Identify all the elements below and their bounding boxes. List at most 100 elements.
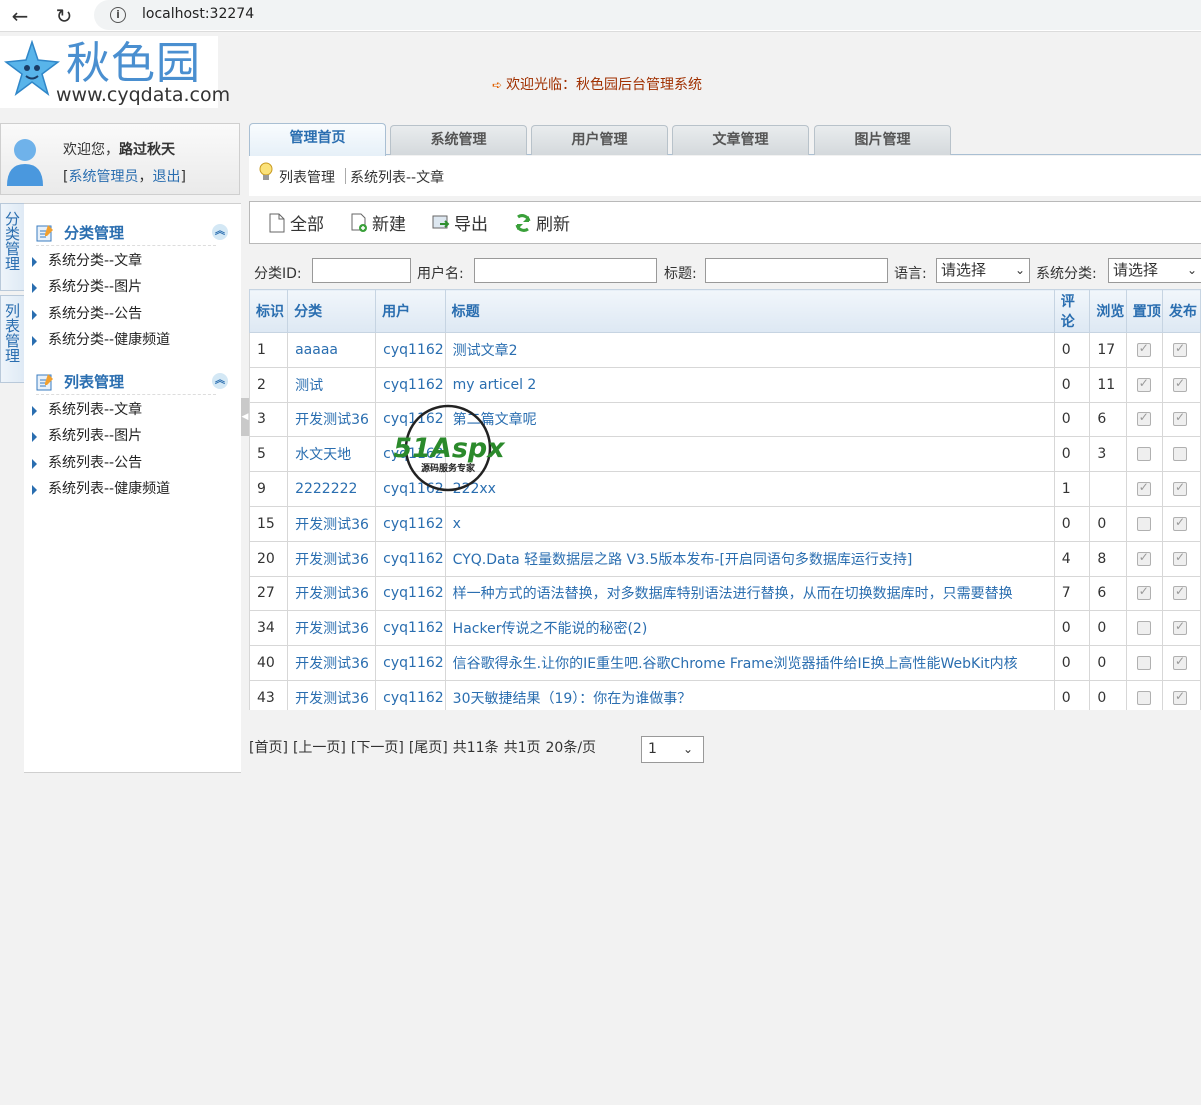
cell-title[interactable]: my articel 2 — [444, 366, 1055, 403]
col-user[interactable]: 用户 — [375, 289, 446, 333]
table-row[interactable]: 27 开发测试36 cyq1162 样一种方式的语法替换，对多数据库特别语法进行替换，… — [249, 575, 1201, 612]
cell-user[interactable]: cyq1162 — [375, 332, 446, 368]
table-row[interactable]: 40 开发测试36 cyq1162 信谷歌得永生.让你的IE重生吧.谷歌Chrome … — [249, 645, 1201, 681]
vtab-category-management[interactable]: 分 类 管 理 — [0, 203, 24, 291]
cell-category[interactable]: 开发测试36 — [287, 679, 377, 710]
cell-title[interactable]: 样一种方式的语法替换，对多数据库特别语法进行替换，从而在切换数据库时，只需要替换 — [444, 575, 1055, 612]
publish-checkbox[interactable] — [1173, 550, 1187, 566]
col-views[interactable]: 浏览 — [1089, 289, 1127, 333]
new-button[interactable]: 新建 — [350, 210, 406, 235]
col-title[interactable]: 标题 — [444, 289, 1055, 333]
publish-checkbox[interactable] — [1173, 410, 1187, 427]
publish-checkbox[interactable] — [1173, 515, 1187, 531]
collapse-up-icon[interactable]: ︽ — [212, 224, 228, 240]
menu-item[interactable]: 系统分类--公告 — [24, 301, 241, 327]
publish-checkbox[interactable] — [1173, 654, 1187, 671]
all-button[interactable]: 全部 — [268, 210, 324, 235]
menu-item[interactable]: 系统分类--图片 — [24, 274, 241, 300]
cell-user[interactable]: cyq1162 — [375, 679, 446, 710]
pager-first[interactable]: [首页] — [249, 740, 288, 756]
cell-user[interactable]: cyq1162 — [375, 540, 446, 577]
cell-category[interactable]: 开发测试36 — [287, 645, 377, 681]
menu-group-list[interactable]: 列表管理 ︽ — [36, 367, 228, 396]
top-checkbox[interactable] — [1136, 584, 1151, 601]
top-checkbox[interactable] — [1136, 341, 1151, 357]
cell-category[interactable]: aaaaa — [287, 332, 377, 368]
cell-title[interactable] — [444, 436, 1055, 473]
tab-system[interactable]: 系统管理 — [390, 125, 527, 155]
cell-category[interactable]: 水文天地 — [287, 436, 377, 473]
top-checkbox[interactable] — [1136, 376, 1151, 392]
cell-user[interactable]: cyq1162 — [375, 610, 446, 647]
publish-checkbox[interactable] — [1173, 447, 1187, 462]
pager-next[interactable]: [下一页] — [351, 740, 404, 756]
username-input[interactable] — [474, 258, 657, 283]
publish-checkbox[interactable] — [1173, 689, 1187, 705]
breadcrumb-first[interactable]: 列表管理 — [279, 167, 335, 187]
pager-last[interactable]: [尾页] — [409, 740, 448, 756]
menu-item[interactable]: 系统列表--健康频道 — [24, 476, 241, 502]
export-button[interactable]: 导出 — [432, 210, 488, 235]
menu-group-category[interactable]: 分类管理 ︽ — [36, 218, 228, 246]
publish-checkbox[interactable] — [1173, 341, 1187, 357]
cell-user[interactable]: cyq1162 — [375, 575, 446, 612]
table-row[interactable]: 20 开发测试36 cyq1162 CYQ.Data 轻量数据层之路 V3.5版本发布… — [249, 540, 1201, 577]
col-id[interactable]: 标识 — [249, 289, 289, 333]
cell-title[interactable]: Hacker传说之不能说的秘密(2) — [444, 610, 1055, 647]
page-select[interactable]: 1 ⌄ — [641, 736, 704, 763]
language-select[interactable]: 请选择 ⌄ — [936, 258, 1030, 283]
menu-item[interactable]: 系统分类--文章 — [24, 248, 241, 274]
menu-item[interactable]: 系统列表--图片 — [24, 423, 241, 449]
tab-home[interactable]: 管理首页 — [249, 123, 386, 156]
tab-users[interactable]: 用户管理 — [531, 125, 668, 155]
cell-category[interactable]: 开发测试36 — [287, 575, 377, 612]
table-row[interactable]: 15 开发测试36 cyq1162 x 0 0 — [249, 505, 1201, 542]
cell-category[interactable]: 测试 — [287, 366, 377, 403]
cell-title[interactable]: 测试文章2 — [444, 332, 1055, 368]
cell-user[interactable]: cyq1162 — [375, 505, 446, 542]
table-row[interactable]: 1 aaaaa cyq1162 测试文章2 0 17 — [249, 332, 1201, 368]
col-publish[interactable]: 发布 — [1162, 289, 1201, 333]
address-bar[interactable]: i localhost:32274 — [94, 0, 1201, 30]
menu-item[interactable]: 系统列表--文章 — [24, 397, 241, 423]
top-checkbox[interactable] — [1136, 480, 1151, 497]
publish-checkbox[interactable] — [1173, 584, 1187, 601]
cell-category[interactable]: 2222222 — [287, 471, 377, 507]
menu-item[interactable]: 系统分类--健康频道 — [24, 327, 241, 353]
cell-user[interactable]: cyq1162 — [375, 366, 446, 403]
cell-title[interactable]: 信谷歌得永生.让你的IE重生吧.谷歌Chrome Frame浏览器插件给IE换上… — [444, 645, 1055, 681]
role-link[interactable]: 系统管理员 — [68, 169, 138, 185]
col-top[interactable]: 置顶 — [1125, 289, 1164, 333]
tab-images[interactable]: 图片管理 — [814, 125, 951, 155]
top-checkbox[interactable] — [1136, 550, 1151, 566]
cell-category[interactable]: 开发测试36 — [287, 505, 377, 542]
col-category[interactable]: 分类 — [287, 289, 377, 333]
table-row[interactable]: 34 开发测试36 cyq1162 Hacker传说之不能说的秘密(2) 0 0 — [249, 610, 1201, 647]
top-checkbox[interactable] — [1136, 621, 1151, 636]
top-checkbox[interactable] — [1136, 690, 1151, 705]
cell-title[interactable]: 222xx — [444, 471, 1055, 507]
cell-title[interactable]: CYQ.Data 轻量数据层之路 V3.5版本发布-[开启同语句多数据库运行支持… — [444, 540, 1055, 577]
category-id-input[interactable] — [312, 258, 411, 283]
cell-title[interactable]: 第二篇文章呢 — [444, 401, 1055, 438]
title-input[interactable] — [705, 258, 888, 283]
tab-articles[interactable]: 文章管理 — [672, 125, 809, 155]
cell-user[interactable]: cyq1162 — [375, 645, 446, 681]
sys-category-select[interactable]: 请选择 ⌄ — [1108, 258, 1201, 283]
cell-category[interactable]: 开发测试36 — [287, 540, 377, 577]
table-row[interactable]: 43 开发测试36 cyq1162 30天敏捷结果（19）：你在为谁做事？ 0 0 — [249, 679, 1201, 710]
cell-title[interactable]: x — [444, 505, 1055, 542]
menu-item[interactable]: 系统列表--公告 — [24, 450, 241, 476]
publish-checkbox[interactable] — [1173, 480, 1187, 497]
top-checkbox[interactable] — [1136, 656, 1151, 671]
reload-icon[interactable]: ↻ — [52, 4, 76, 28]
breadcrumb-second[interactable]: 系统列表--文章 — [350, 167, 444, 187]
publish-checkbox[interactable] — [1173, 376, 1187, 392]
back-arrow-icon[interactable]: ← — [8, 4, 32, 28]
publish-checkbox[interactable] — [1173, 619, 1187, 636]
cell-title[interactable]: 30天敏捷结果（19）：你在为谁做事？ — [444, 679, 1055, 710]
collapse-sidebar-handle[interactable]: ◀ — [241, 398, 249, 436]
cell-category[interactable]: 开发测试36 — [287, 610, 377, 647]
pager-prev[interactable]: [上一页] — [293, 740, 346, 756]
top-checkbox[interactable] — [1136, 516, 1151, 531]
